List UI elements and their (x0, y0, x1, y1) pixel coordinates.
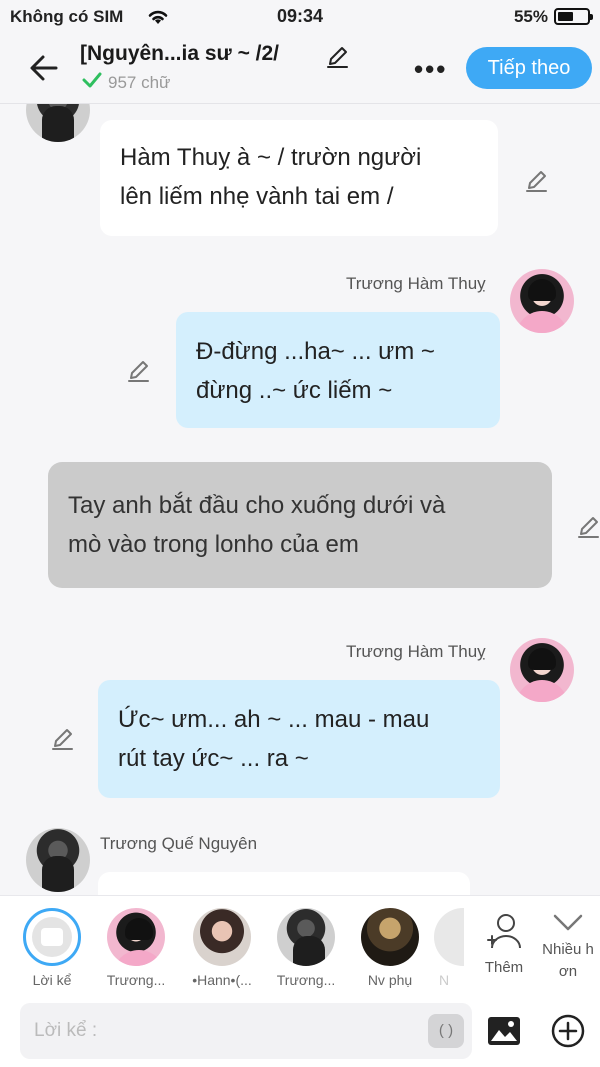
battery-fill (558, 12, 573, 21)
character-label: •Hann•(... (192, 972, 252, 988)
next-button[interactable]: Tiếp theo (466, 47, 592, 89)
message-line: Đ-đừng ...ha~ ... ưm ~ (196, 338, 435, 365)
character-item[interactable]: N (424, 908, 464, 988)
avatar[interactable] (26, 828, 90, 892)
check-icon (82, 72, 102, 93)
character-label: Lời kể (32, 972, 72, 988)
avatar (107, 908, 165, 966)
message-line: đừng ..~ ức liếm ~ (196, 377, 393, 404)
character-item[interactable]: Nv phụ (350, 908, 430, 988)
edit-pencil-icon[interactable] (576, 514, 600, 540)
more-characters-button[interactable]: Nhiều h ơn (536, 912, 600, 983)
avatar[interactable] (510, 638, 574, 702)
message-input[interactable] (20, 1003, 472, 1059)
more-label-line1: Nhiều h (542, 941, 594, 958)
add-character-label: Thêm (484, 959, 524, 976)
message-bubble[interactable]: Đ-đừng ...ha~ ... ưm ~ đừng ..~ ức liếm … (176, 312, 500, 428)
sender-name: Trương Hàm Thuỵ (346, 274, 486, 293)
chevron-down-icon (551, 914, 585, 938)
character-narrator[interactable]: Lời kể (12, 908, 92, 988)
message-bubble[interactable]: Hàm Thuỵ à ~ / trườn người lên liếm nhẹ … (100, 120, 498, 236)
message-line: Ức~ ưm... ah ~ ... mau - mau (118, 706, 430, 733)
back-arrow-icon[interactable] (26, 50, 62, 86)
image-icon[interactable] (486, 1015, 522, 1047)
character-item[interactable]: •Hann•(... (182, 908, 262, 988)
battery-icon (554, 8, 593, 25)
avatar (193, 908, 251, 966)
edit-title-pencil-icon[interactable] (325, 44, 351, 75)
edit-pencil-icon[interactable] (126, 358, 152, 384)
character-item[interactable]: Trương... (96, 908, 176, 988)
narration-bubble[interactable]: Tay anh bắt đầu cho xuống dưới và mò vào… (48, 462, 552, 588)
battery-percent: 55% (513, 7, 548, 26)
message-line: Hàm Thuỵ à ~ / trườn người (120, 144, 422, 171)
word-count-label: 957 chữ (108, 72, 171, 92)
avatar (277, 908, 335, 966)
edit-pencil-icon[interactable] (524, 168, 550, 194)
message-line: rút tay ức~ ... ra ~ (118, 745, 309, 772)
add-person-icon (484, 914, 524, 954)
more-options-icon[interactable]: ••• (414, 54, 447, 85)
input-bar: ( ) (0, 997, 600, 1067)
sender-name: Trương Quế Nguyên (100, 834, 258, 853)
story-header: [Nguyên...ia sư ~ /2/ 957 chữ ••• Tiếp t… (0, 34, 600, 104)
character-label: Nv phụ (367, 972, 413, 988)
character-selector: Lời kể Trương... •Hann•(... Trương... Nv… (0, 895, 600, 997)
message-bubble[interactable]: Ức~ ưm... ah ~ ... mau - mau rút tay ức~… (98, 680, 500, 798)
status-bar: Không có SIM 09:34 55% (0, 0, 600, 34)
avatar (361, 908, 419, 966)
character-label: N (438, 972, 450, 988)
character-item[interactable]: Trương... (266, 908, 346, 988)
add-character-button[interactable]: Thêm (478, 912, 530, 976)
edit-pencil-icon[interactable] (50, 726, 76, 752)
message-line: mò vào trong lonho của em (68, 531, 359, 558)
narrator-icon (23, 908, 81, 966)
avatar (434, 908, 464, 966)
character-label: Trương... (276, 972, 336, 988)
chat-area[interactable]: Hàm Thuỵ à ~ / trườn người lên liếm nhẹ … (0, 104, 600, 895)
message-bubble[interactable] (98, 872, 470, 895)
message-line: Tay anh bắt đầu cho xuống dưới và (68, 492, 446, 519)
add-plus-icon[interactable] (550, 1013, 586, 1049)
avatar[interactable] (26, 104, 90, 142)
avatar[interactable] (510, 269, 574, 333)
more-label-line2: ơn (558, 963, 578, 980)
sender-name: Trương Hàm Thuỵ (346, 642, 486, 661)
clock: 09:34 (276, 6, 324, 26)
message-line: lên liếm nhẹ vành tai em / (120, 183, 394, 210)
word-count: 957 chữ (82, 72, 170, 93)
story-title[interactable]: [Nguyên...ia sư ~ /2/ (80, 42, 279, 66)
character-label: Trương... (106, 972, 166, 988)
parenthesis-button[interactable]: ( ) (428, 1014, 464, 1048)
